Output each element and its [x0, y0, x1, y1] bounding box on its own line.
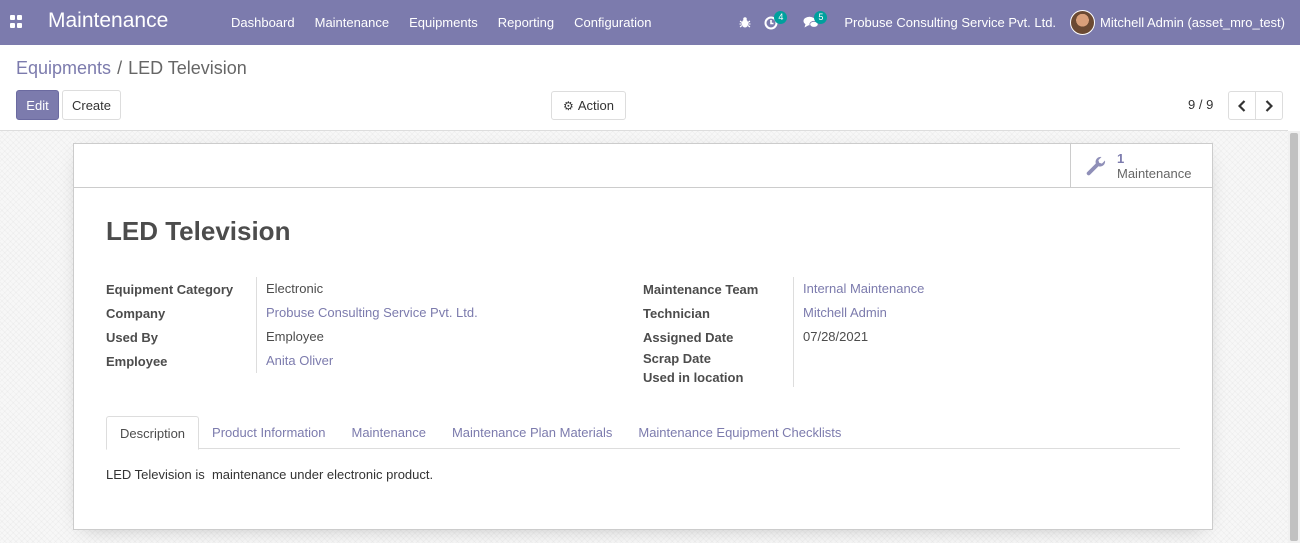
field-row-maintenance-team: Maintenance Team Internal Maintenance [643, 277, 924, 301]
record-title: LED Television [106, 216, 291, 246]
maintenance-count-label: Maintenance [1117, 166, 1192, 181]
action-button[interactable]: ⚙ Action [551, 91, 626, 120]
top-navbar: Maintenance Dashboard Maintenance Equipm… [0, 0, 1300, 45]
edit-button[interactable]: Edit [16, 90, 59, 120]
systray: 4 5 Probuse Consulting Service Pvt. Ltd.… [732, 0, 1300, 45]
avatar [1070, 10, 1096, 35]
field-row-scrap-date: Scrap Date Used in location [643, 349, 924, 387]
maintenance-count-value: 1 [1117, 151, 1125, 166]
menu-item-dashboard[interactable]: Dashboard [221, 0, 305, 45]
employee-label: Employee [106, 353, 168, 369]
breadcrumb-equipments-link[interactable]: Equipments [16, 58, 111, 79]
pager-previous-button[interactable] [1228, 91, 1256, 120]
app-title[interactable]: Maintenance [48, 9, 168, 33]
user-menu[interactable]: Mitchell Admin (asset_mro_test) [1070, 10, 1300, 35]
tab-maintenance-plan-materials[interactable]: Maintenance Plan Materials [439, 416, 625, 449]
activity-count-badge: 4 [774, 11, 788, 24]
maintenance-count-smart-button[interactable]: 1 Maintenance [1070, 144, 1212, 188]
menu-item-reporting[interactable]: Reporting [488, 0, 564, 45]
company-switcher[interactable]: Probuse Consulting Service Pvt. Ltd. [824, 15, 1070, 30]
menu-item-maintenance[interactable]: Maintenance [305, 0, 399, 45]
apps-menu-icon[interactable] [10, 15, 23, 28]
technician-label: Technician [643, 305, 710, 321]
maintenance-team-label: Maintenance Team [643, 281, 759, 297]
field-row-company: Company Probuse Consulting Service Pvt. … [106, 301, 478, 325]
assigned-date-value: 07/28/2021 [793, 325, 868, 349]
used-in-location-label: Used in location [643, 370, 744, 385]
tab-maintenance[interactable]: Maintenance [338, 416, 438, 449]
menu-item-equipments[interactable]: Equipments [399, 0, 488, 45]
field-group-right: Maintenance Team Internal Maintenance Te… [643, 277, 924, 387]
company-label: Company [106, 305, 166, 321]
form-sheet: 1 Maintenance LED Television Equipment C… [73, 143, 1213, 530]
technician-link[interactable]: Mitchell Admin [793, 301, 887, 325]
chevron-right-icon [1265, 99, 1273, 112]
field-row-equipment-category: Equipment Category Electronic [106, 277, 478, 301]
messages-chat-icon[interactable]: 5 [798, 0, 828, 45]
equipment-category-label: Equipment Category [106, 281, 234, 297]
tab-maintenance-equipment-checklists[interactable]: Maintenance Equipment Checklists [625, 416, 854, 449]
assigned-date-label: Assigned Date [643, 329, 734, 345]
equipment-category-value: Electronic [256, 277, 323, 301]
notebook-tabs: Description Product Information Maintena… [106, 416, 1180, 450]
employee-link[interactable]: Anita Oliver [256, 349, 333, 373]
field-group-left: Equipment Category Electronic Company Pr… [106, 277, 478, 373]
smart-button-box: 1 Maintenance [74, 144, 1212, 188]
pager-value[interactable]: 9 / 9 [1188, 97, 1213, 112]
tab-description[interactable]: Description [106, 416, 200, 450]
activity-clock-icon[interactable]: 4 [758, 0, 788, 45]
pager-next-button[interactable] [1255, 91, 1283, 120]
field-row-assigned-date: Assigned Date 07/28/2021 [643, 325, 924, 349]
scrap-date-label: Scrap Date [643, 351, 711, 366]
gear-icon: ⚙ [563, 98, 574, 113]
main-menu: Dashboard Maintenance Equipments Reporti… [221, 0, 661, 45]
field-row-employee: Employee Anita Oliver [106, 349, 478, 373]
chevron-left-icon [1238, 99, 1246, 112]
breadcrumb-separator: / [117, 58, 123, 78]
description-text: LED Television is maintenance under elec… [106, 467, 434, 482]
company-link[interactable]: Probuse Consulting Service Pvt. Ltd. [256, 301, 478, 325]
create-button[interactable]: Create [62, 90, 121, 120]
breadcrumb: Equipments / LED Television [16, 58, 247, 79]
debug-bug-icon[interactable] [732, 0, 758, 45]
used-by-value: Employee [256, 325, 324, 349]
tab-product-information[interactable]: Product Information [199, 416, 338, 449]
menu-item-configuration[interactable]: Configuration [564, 0, 661, 45]
field-row-technician: Technician Mitchell Admin [643, 301, 924, 325]
scrap-date-value [793, 349, 803, 387]
vertical-scrollbar[interactable] [1288, 131, 1300, 543]
breadcrumb-current: LED Television [128, 58, 247, 78]
field-row-used-by: Used By Employee [106, 325, 478, 349]
wrench-icon [1085, 155, 1107, 177]
action-button-label: Action [577, 98, 614, 113]
maintenance-team-link[interactable]: Internal Maintenance [793, 277, 924, 301]
scrollbar-thumb[interactable] [1290, 133, 1298, 541]
used-by-label: Used By [106, 329, 159, 345]
user-name: Mitchell Admin (asset_mro_test) [1100, 15, 1285, 30]
